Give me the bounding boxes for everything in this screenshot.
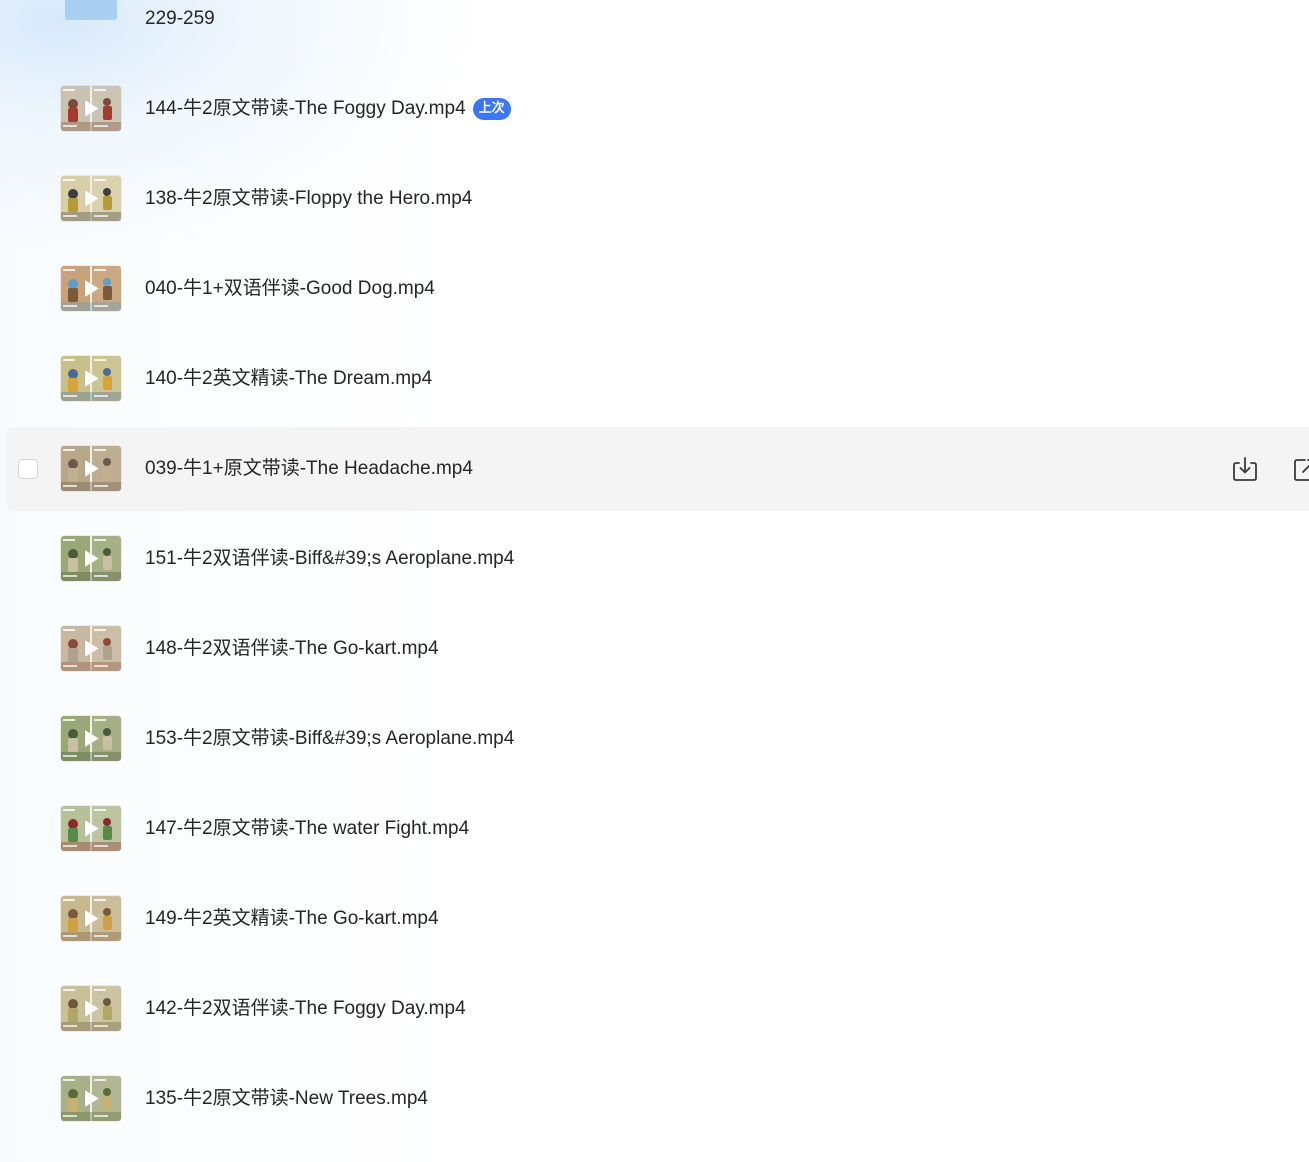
file-name-text[interactable]: 039-牛1+原文带读-The Headache.mp4 <box>145 458 473 479</box>
file-row[interactable]: 140-牛2英文精读-The Dream.mp4 <box>6 337 1309 421</box>
video-thumbnail <box>61 716 121 761</box>
video-thumbnail <box>61 266 121 311</box>
video-thumbnail <box>61 86 121 131</box>
file-name-text[interactable]: 153-牛2原文带读-Biff&#39;s Aeroplane.mp4 <box>145 728 514 749</box>
file-row[interactable]: 039-牛1+原文带读-The Headache.mp4 <box>6 427 1309 511</box>
play-icon <box>84 279 100 298</box>
file-row[interactable]: 148-牛2双语伴读-The Go-kart.mp4 <box>6 607 1309 691</box>
file-name[interactable]: 138-牛2原文带读-Floppy the Hero.mp4 <box>145 187 472 211</box>
file-row[interactable]: 142-牛2双语伴读-The Foggy Day.mp4 <box>6 967 1309 1051</box>
file-list: 229-259 144-牛2原文带读-The Foggy Day.mp4 上次 138… <box>0 0 1309 1162</box>
file-name[interactable]: 151-牛2双语伴读-Biff&#39;s Aeroplane.mp4 <box>145 547 514 571</box>
video-thumbnail <box>61 446 121 491</box>
file-row[interactable]: 138-牛2原文带读-Floppy the Hero.mp4 <box>6 157 1309 241</box>
video-thumbnail <box>61 626 121 671</box>
play-icon <box>84 369 100 388</box>
play-icon <box>84 1089 100 1108</box>
file-name-text[interactable]: 149-牛2英文精读-The Go-kart.mp4 <box>145 908 439 929</box>
play-icon <box>84 639 100 658</box>
play-icon <box>84 999 100 1018</box>
row-checkbox[interactable] <box>18 459 38 479</box>
play-icon <box>84 459 100 478</box>
file-name[interactable]: 148-牛2双语伴读-The Go-kart.mp4 <box>145 637 439 661</box>
file-name[interactable]: 039-牛1+原文带读-The Headache.mp4 <box>145 457 473 481</box>
file-name-text[interactable]: 140-牛2英文精读-The Dream.mp4 <box>145 368 432 389</box>
file-row[interactable]: 153-牛2原文带读-Biff&#39;s Aeroplane.mp4 <box>6 697 1309 781</box>
video-thumbnail <box>61 806 121 851</box>
play-icon <box>84 819 100 838</box>
file-name-text[interactable]: 144-牛2原文带读-The Foggy Day.mp4 <box>145 98 466 119</box>
file-name-text[interactable]: 151-牛2双语伴读-Biff&#39;s Aeroplane.mp4 <box>145 548 514 569</box>
play-icon <box>84 99 100 118</box>
file-name[interactable]: 153-牛2原文带读-Biff&#39;s Aeroplane.mp4 <box>145 727 514 751</box>
play-icon <box>84 909 100 928</box>
file-name[interactable]: 144-牛2原文带读-The Foggy Day.mp4 上次 <box>145 97 511 121</box>
play-icon <box>84 729 100 748</box>
video-thumbnail <box>61 536 121 581</box>
folder-icon <box>65 0 117 20</box>
video-thumbnail <box>61 986 121 1031</box>
file-row[interactable]: 144-牛2原文带读-The Foggy Day.mp4 上次 <box>6 67 1309 151</box>
file-name[interactable]: 149-牛2英文精读-The Go-kart.mp4 <box>145 907 439 931</box>
download-icon[interactable] <box>1232 456 1258 482</box>
video-thumbnail <box>61 176 121 221</box>
last-viewed-badge: 上次 <box>472 98 511 120</box>
file-name[interactable]: 140-牛2英文精读-The Dream.mp4 <box>145 367 432 391</box>
file-name-text[interactable]: 147-牛2原文带读-The water Fight.mp4 <box>145 818 469 839</box>
file-row[interactable]: 147-牛2原文带读-The water Fight.mp4 <box>6 787 1309 871</box>
video-thumbnail <box>61 1076 121 1121</box>
file-name-text[interactable]: 138-牛2原文带读-Floppy the Hero.mp4 <box>145 188 472 209</box>
file-name-text[interactable]: 040-牛1+双语伴读-Good Dog.mp4 <box>145 278 435 299</box>
file-name-text[interactable]: 229-259 <box>145 8 215 29</box>
file-row[interactable]: 040-牛1+双语伴读-Good Dog.mp4 <box>6 247 1309 331</box>
file-row[interactable]: 149-牛2英文精读-The Go-kart.mp4 <box>6 877 1309 961</box>
video-thumbnail <box>61 356 121 401</box>
file-name[interactable]: 147-牛2原文带读-The water Fight.mp4 <box>145 817 469 841</box>
file-name[interactable]: 229-259 <box>145 7 215 31</box>
play-icon <box>84 549 100 568</box>
folder-row[interactable]: 229-259 <box>6 0 1309 61</box>
file-name-text[interactable]: 142-牛2双语伴读-The Foggy Day.mp4 <box>145 998 466 1019</box>
file-name[interactable]: 135-牛2原文带读-New Trees.mp4 <box>145 1087 428 1111</box>
play-icon <box>84 189 100 208</box>
file-name-text[interactable]: 148-牛2双语伴读-The Go-kart.mp4 <box>145 638 439 659</box>
video-thumbnail <box>61 896 121 941</box>
file-name[interactable]: 142-牛2双语伴读-The Foggy Day.mp4 <box>145 997 466 1021</box>
share-icon[interactable] <box>1293 456 1309 482</box>
file-name-text[interactable]: 135-牛2原文带读-New Trees.mp4 <box>145 1088 428 1109</box>
file-name[interactable]: 040-牛1+双语伴读-Good Dog.mp4 <box>145 277 435 301</box>
file-row[interactable]: 151-牛2双语伴读-Biff&#39;s Aeroplane.mp4 <box>6 517 1309 601</box>
file-row[interactable]: 135-牛2原文带读-New Trees.mp4 <box>6 1057 1309 1141</box>
